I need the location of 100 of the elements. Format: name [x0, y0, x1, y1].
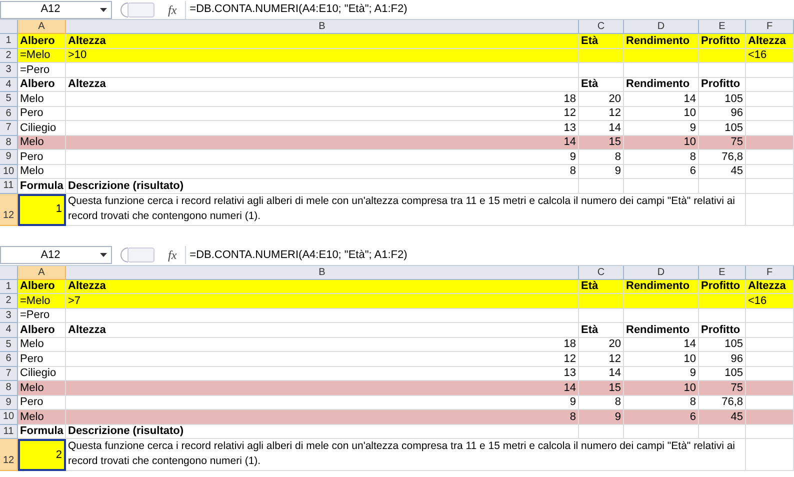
- active-cell: 1: [18, 194, 66, 226]
- row-header[interactable]: 5: [0, 338, 18, 352]
- table-cell: Albero: [18, 78, 66, 92]
- table-cell: 10: [624, 352, 699, 366]
- table-cell: 45: [699, 410, 746, 424]
- row-header[interactable]: 7: [0, 121, 18, 136]
- column-header[interactable]: C: [579, 20, 624, 34]
- row-header[interactable]: 6: [0, 106, 18, 121]
- formula-field[interactable]: =DB.CONTA.NUMERI(A4:E10; "Età"; A1:F2): [184, 246, 794, 264]
- column-header[interactable]: A: [18, 266, 66, 280]
- table-cell: 8: [66, 164, 579, 179]
- table-cell: 96: [699, 352, 746, 366]
- insert-function-button[interactable]: fx: [168, 0, 177, 18]
- row-header[interactable]: 4: [0, 323, 18, 338]
- table-cell: 8: [66, 410, 579, 424]
- row-header[interactable]: 11: [0, 424, 18, 439]
- column-header[interactable]: E: [699, 20, 746, 34]
- dropdown-caret-icon[interactable]: [100, 8, 107, 12]
- table-cell: 9: [66, 150, 579, 164]
- table-cell: 45: [699, 164, 746, 179]
- table-cell: <16: [746, 48, 794, 63]
- table-cell: Descrizione (risultato): [66, 424, 579, 439]
- column-header[interactable]: F: [746, 266, 794, 280]
- column-header[interactable]: C: [579, 266, 624, 280]
- table-cell: =Pero: [18, 63, 66, 78]
- table-cell: Altezza: [66, 323, 579, 338]
- table-cell: 75: [699, 136, 746, 150]
- column-header[interactable]: A: [18, 20, 66, 34]
- row-header[interactable]: 7: [0, 366, 18, 381]
- column-header[interactable]: F: [746, 20, 794, 34]
- table-cell: 9: [579, 410, 624, 424]
- table-cell: 8: [624, 150, 699, 164]
- insert-function-button[interactable]: fx: [168, 246, 177, 264]
- table-cell: Melo: [18, 381, 66, 396]
- table-cell: Albero: [18, 34, 66, 48]
- table-cell: Melo: [18, 338, 66, 352]
- table-cell: 8: [579, 150, 624, 164]
- column-header[interactable]: B: [66, 20, 579, 34]
- table-cell: Rendimento: [624, 34, 699, 48]
- row-header[interactable]: 11: [0, 179, 18, 194]
- table-cell: 10: [624, 106, 699, 121]
- table-cell: =Melo: [18, 294, 66, 308]
- row-header[interactable]: 3: [0, 63, 18, 78]
- row-header[interactable]: 8: [0, 136, 18, 150]
- row-header[interactable]: 5: [0, 92, 18, 106]
- table-cell: Profitto: [699, 323, 746, 338]
- table-cell: 76,8: [699, 150, 746, 164]
- column-header[interactable]: D: [624, 266, 699, 280]
- table-cell: 18: [66, 338, 579, 352]
- column-header[interactable]: D: [624, 20, 699, 34]
- table-cell: Questa funzione cerca i record relativi agli alberi di mele con un'altezza compresa tra 11 e 15 metri e calcola il numero dei campi "Età" relativi ai record trovati che contengono numeri (1).: [66, 439, 746, 471]
- table-cell: 14: [624, 338, 699, 352]
- row-header[interactable]: 10: [0, 410, 18, 424]
- formula-field[interactable]: =DB.CONTA.NUMERI(A4:E10; "Età"; A1:F2): [184, 0, 794, 18]
- table-cell: Età: [579, 78, 624, 92]
- table-cell: Pero: [18, 352, 66, 366]
- table-cell: 9: [579, 164, 624, 179]
- table-cell: =Melo: [18, 48, 66, 63]
- table-cell: 105: [699, 338, 746, 352]
- row-header[interactable]: 10: [0, 164, 18, 179]
- table-cell: Pero: [18, 106, 66, 121]
- table-cell: =Pero: [18, 308, 66, 323]
- column-header[interactable]: E: [699, 266, 746, 280]
- table-cell: <16: [746, 294, 794, 308]
- table-cell: Profitto: [699, 280, 746, 294]
- table-cell: 6: [624, 164, 699, 179]
- table-cell: Età: [579, 280, 624, 294]
- table-cell: Descrizione (risultato): [66, 179, 579, 194]
- table-cell: 10: [624, 381, 699, 396]
- row-header[interactable]: 9: [0, 396, 18, 410]
- table-cell: Età: [579, 34, 624, 48]
- active-cell: 2: [18, 439, 66, 471]
- row-header[interactable]: 1: [0, 280, 18, 294]
- table-cell: 15: [579, 381, 624, 396]
- table-cell: Melo: [18, 410, 66, 424]
- row-header[interactable]: 4: [0, 78, 18, 92]
- name-box[interactable]: A12: [0, 0, 112, 18]
- row-header[interactable]: 8: [0, 381, 18, 396]
- row-header[interactable]: 12: [0, 194, 18, 226]
- name-box[interactable]: A12: [0, 246, 112, 264]
- table-cell: >7: [66, 294, 579, 308]
- table-cell: Profitto: [699, 78, 746, 92]
- row-header[interactable]: 9: [0, 150, 18, 164]
- row-header[interactable]: 1: [0, 34, 18, 48]
- row-header[interactable]: 12: [0, 439, 18, 471]
- table-cell: 12: [579, 352, 624, 366]
- table-cell: 15: [579, 136, 624, 150]
- row-header[interactable]: 2: [0, 294, 18, 308]
- column-header[interactable]: B: [66, 266, 579, 280]
- table-cell: 12: [579, 106, 624, 121]
- row-header[interactable]: 2: [0, 48, 18, 63]
- table-cell: Rendimento: [624, 280, 699, 294]
- dropdown-caret-icon[interactable]: [100, 253, 107, 257]
- table-cell: Altezza: [66, 280, 579, 294]
- row-header[interactable]: 3: [0, 308, 18, 323]
- row-header[interactable]: 6: [0, 352, 18, 366]
- table-cell: 10: [624, 136, 699, 150]
- table-cell: Albero: [18, 280, 66, 294]
- table-cell: 14: [624, 92, 699, 106]
- table-cell: Rendimento: [624, 78, 699, 92]
